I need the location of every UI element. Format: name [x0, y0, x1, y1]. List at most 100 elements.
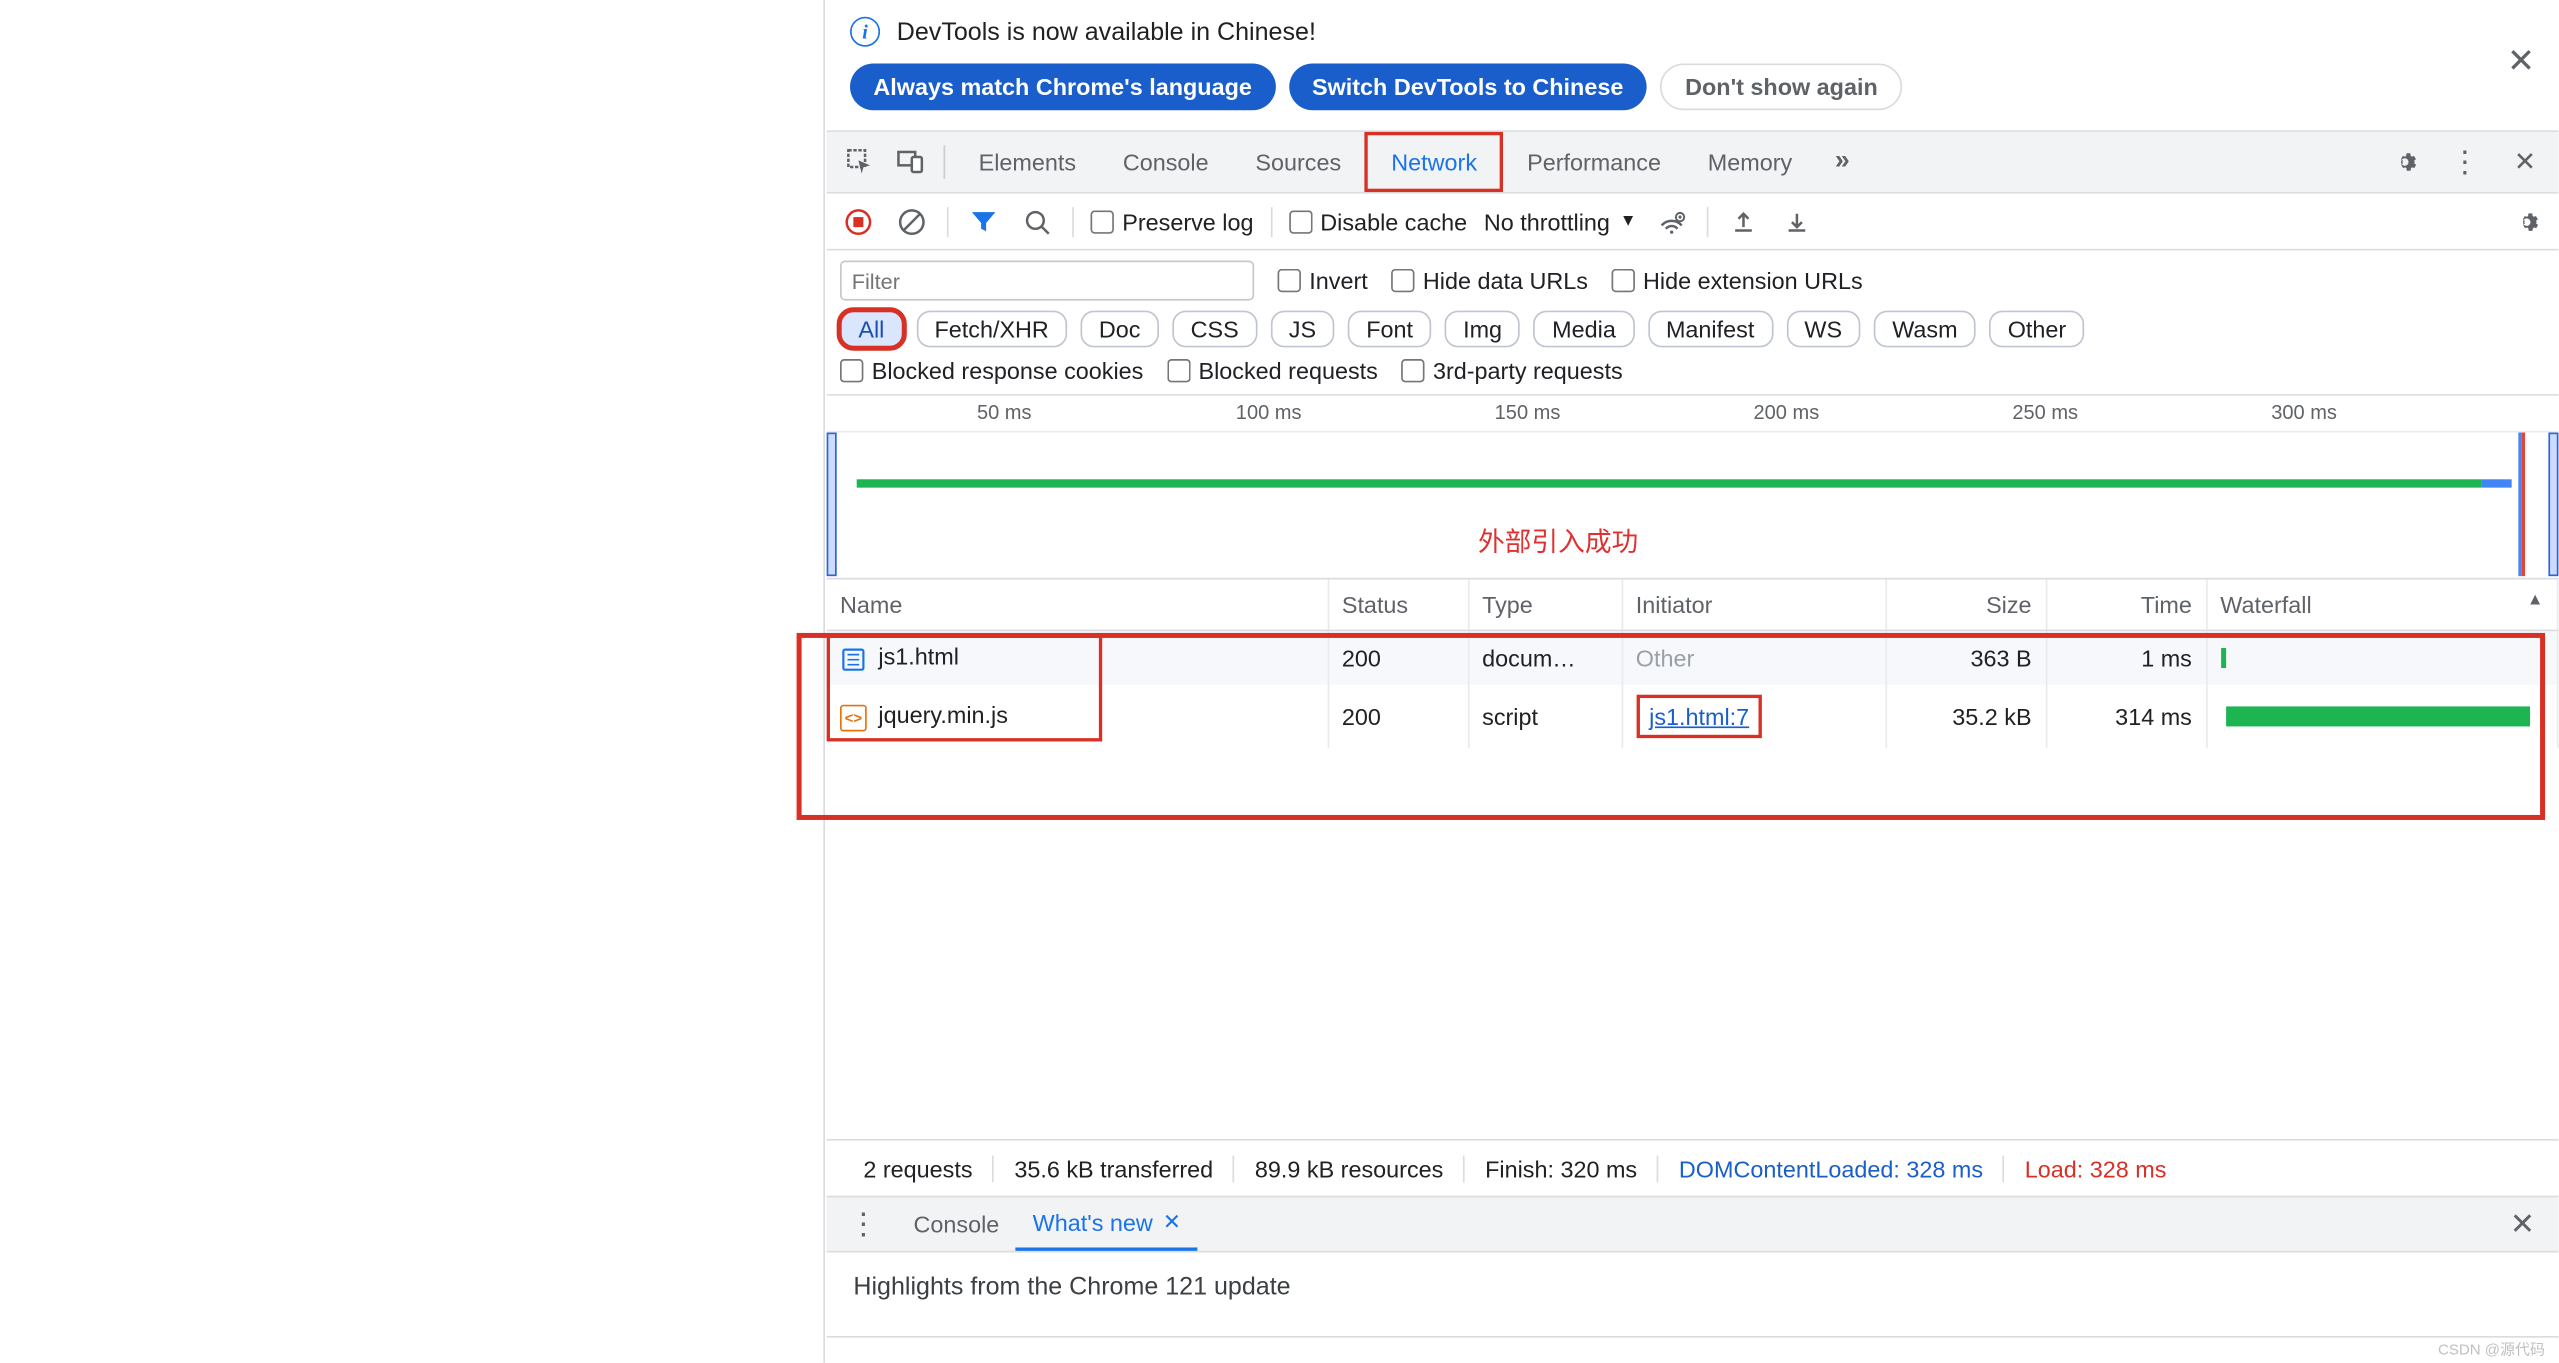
size-cell: 35.2 kB: [1885, 685, 2045, 748]
timeline-activity-tail: [2482, 479, 2512, 487]
filter-chip-all[interactable]: All: [840, 311, 903, 348]
network-settings-icon[interactable]: [2508, 203, 2545, 240]
filter-chip-js[interactable]: JS: [1270, 311, 1334, 348]
tab-performance[interactable]: Performance: [1504, 132, 1685, 192]
drawer-tab-what-s-new[interactable]: What's new✕: [1016, 1197, 1198, 1250]
separator: [1707, 206, 1709, 236]
status-resources: 89.9 kB resources: [1235, 1155, 1465, 1182]
blocked-requests-checkbox[interactable]: Blocked requests: [1167, 357, 1378, 384]
time-cell: 1 ms: [2046, 630, 2206, 684]
close-devtools-icon[interactable]: ✕: [2502, 139, 2549, 186]
info-icon: i: [850, 17, 880, 47]
filter-input[interactable]: [840, 261, 1254, 301]
tab-memory[interactable]: Memory: [1684, 132, 1815, 192]
col-name[interactable]: Name: [827, 579, 1328, 630]
status-bar: 2 requests 35.6 kB transferred 89.9 kB r…: [827, 1139, 2559, 1196]
device-toggle-icon[interactable]: [887, 139, 934, 186]
table-row[interactable]: js1.html200docum…Other363 B1 ms: [827, 630, 2558, 684]
type-cell: docum…: [1468, 630, 1622, 684]
initiator-cell: Other: [1622, 630, 1886, 684]
inspect-icon[interactable]: [837, 139, 884, 186]
ruler-tick: 200 ms: [1754, 401, 1820, 424]
match-language-button[interactable]: Always match Chrome's language: [850, 63, 1275, 110]
timeline-overview[interactable]: 50 ms100 ms150 ms200 ms250 ms300 ms 外部引入…: [827, 396, 2559, 580]
filter-chip-css[interactable]: CSS: [1172, 311, 1257, 348]
load-line: [2522, 433, 2525, 577]
more-tabs-icon[interactable]: »: [1819, 139, 1866, 186]
col-time[interactable]: Time: [2046, 579, 2206, 630]
clear-icon[interactable]: [893, 203, 930, 240]
tab-elements[interactable]: Elements: [955, 132, 1099, 192]
record-icon[interactable]: [840, 203, 877, 240]
timeline-body: 外部引入成功: [827, 433, 2559, 577]
info-message: DevTools is now available in Chinese!: [897, 18, 1316, 46]
close-icon[interactable]: ✕: [2507, 40, 2535, 82]
network-conditions-icon[interactable]: [1653, 203, 1690, 240]
annotation-text: 外部引入成功: [1478, 519, 1638, 559]
dont-show-again-button[interactable]: Don't show again: [1660, 63, 1903, 110]
blocked-cookies-checkbox[interactable]: Blocked response cookies: [840, 357, 1143, 384]
file-name: jquery.min.js: [878, 702, 1008, 729]
disable-cache-checkbox[interactable]: Disable cache: [1289, 208, 1468, 235]
devtools-panel: i DevTools is now available in Chinese! …: [827, 0, 2559, 1363]
request-table-wrap: Name Status Type Initiator Size Time Wat…: [827, 579, 2559, 1138]
info-bar: i DevTools is now available in Chinese! …: [827, 0, 2559, 130]
timeline-ruler: 50 ms100 ms150 ms200 ms250 ms300 ms: [827, 396, 2559, 433]
table-row[interactable]: <>jquery.min.js200scriptjs1.html:735.2 k…: [827, 685, 2558, 748]
timeline-activity-bar: [857, 479, 2482, 487]
ruler-tick: 250 ms: [2012, 401, 2078, 424]
status-cell: 200: [1328, 685, 1468, 748]
timeline-start-marker[interactable]: [827, 433, 837, 577]
col-size[interactable]: Size: [1885, 579, 2045, 630]
separator: [947, 206, 949, 236]
document-icon: [840, 646, 867, 673]
filter-chip-img[interactable]: Img: [1445, 311, 1521, 348]
filter-icon[interactable]: [965, 203, 1002, 240]
invert-checkbox[interactable]: Invert: [1278, 267, 1368, 294]
col-initiator[interactable]: Initiator: [1622, 579, 1886, 630]
throttling-select[interactable]: No throttling▼: [1484, 208, 1637, 235]
switch-language-button[interactable]: Switch DevTools to Chinese: [1289, 63, 1647, 110]
filter-chip-doc[interactable]: Doc: [1081, 311, 1159, 348]
filter-chip-fetchxhr[interactable]: Fetch/XHR: [916, 311, 1067, 348]
col-status[interactable]: Status: [1328, 579, 1468, 630]
ruler-tick: 50 ms: [977, 401, 1032, 424]
filter-chip-manifest[interactable]: Manifest: [1648, 311, 1773, 348]
tab-console[interactable]: Console: [1099, 132, 1232, 192]
request-table: Name Status Type Initiator Size Time Wat…: [827, 579, 2559, 748]
filter-chip-wasm[interactable]: Wasm: [1874, 311, 1976, 348]
status-requests: 2 requests: [843, 1155, 994, 1182]
separator: [1072, 206, 1074, 236]
timeline-end-marker[interactable]: [2548, 433, 2558, 577]
ruler-tick: 300 ms: [2271, 401, 2337, 424]
drawer-tab-bar: ⋮ ConsoleWhat's new✕ ✕: [827, 1196, 2559, 1253]
waterfall-cell: [2220, 641, 2543, 674]
filter-chip-ws[interactable]: WS: [1786, 311, 1860, 348]
search-icon[interactable]: [1019, 203, 1056, 240]
waterfall-cell: [2220, 700, 2543, 733]
hide-extension-urls-checkbox[interactable]: Hide extension URLs: [1611, 267, 1862, 294]
third-party-checkbox[interactable]: 3rd-party requests: [1401, 357, 1622, 384]
preserve-log-checkbox[interactable]: Preserve log: [1091, 208, 1254, 235]
separator: [944, 145, 946, 178]
settings-icon[interactable]: [2381, 139, 2428, 186]
file-name: js1.html: [878, 644, 959, 671]
drawer-menu-icon[interactable]: ⋮: [840, 1201, 887, 1248]
kebab-menu-icon[interactable]: ⋮: [2442, 139, 2489, 186]
tab-network[interactable]: Network: [1365, 132, 1504, 192]
col-type[interactable]: Type: [1468, 579, 1622, 630]
filter-chip-other[interactable]: Other: [1989, 311, 2084, 348]
initiator-cell[interactable]: js1.html:7: [1622, 685, 1886, 748]
drawer-close-icon[interactable]: ✕: [2500, 1207, 2545, 1242]
hide-data-urls-checkbox[interactable]: Hide data URLs: [1391, 267, 1588, 294]
close-tab-icon[interactable]: ✕: [1163, 1209, 1181, 1236]
col-waterfall[interactable]: Waterfall: [2206, 579, 2558, 630]
type-filter-chips: All Fetch/XHR Doc CSS JS Font Img Media Manifest…: [840, 311, 2085, 348]
download-icon[interactable]: [1778, 203, 1815, 240]
upload-icon[interactable]: [1725, 203, 1762, 240]
tab-sources[interactable]: Sources: [1232, 132, 1365, 192]
filter-chip-media[interactable]: Media: [1534, 311, 1634, 348]
filter-chip-font[interactable]: Font: [1348, 311, 1432, 348]
drawer-tab-console[interactable]: Console: [897, 1197, 1016, 1250]
separator: [1270, 206, 1272, 236]
